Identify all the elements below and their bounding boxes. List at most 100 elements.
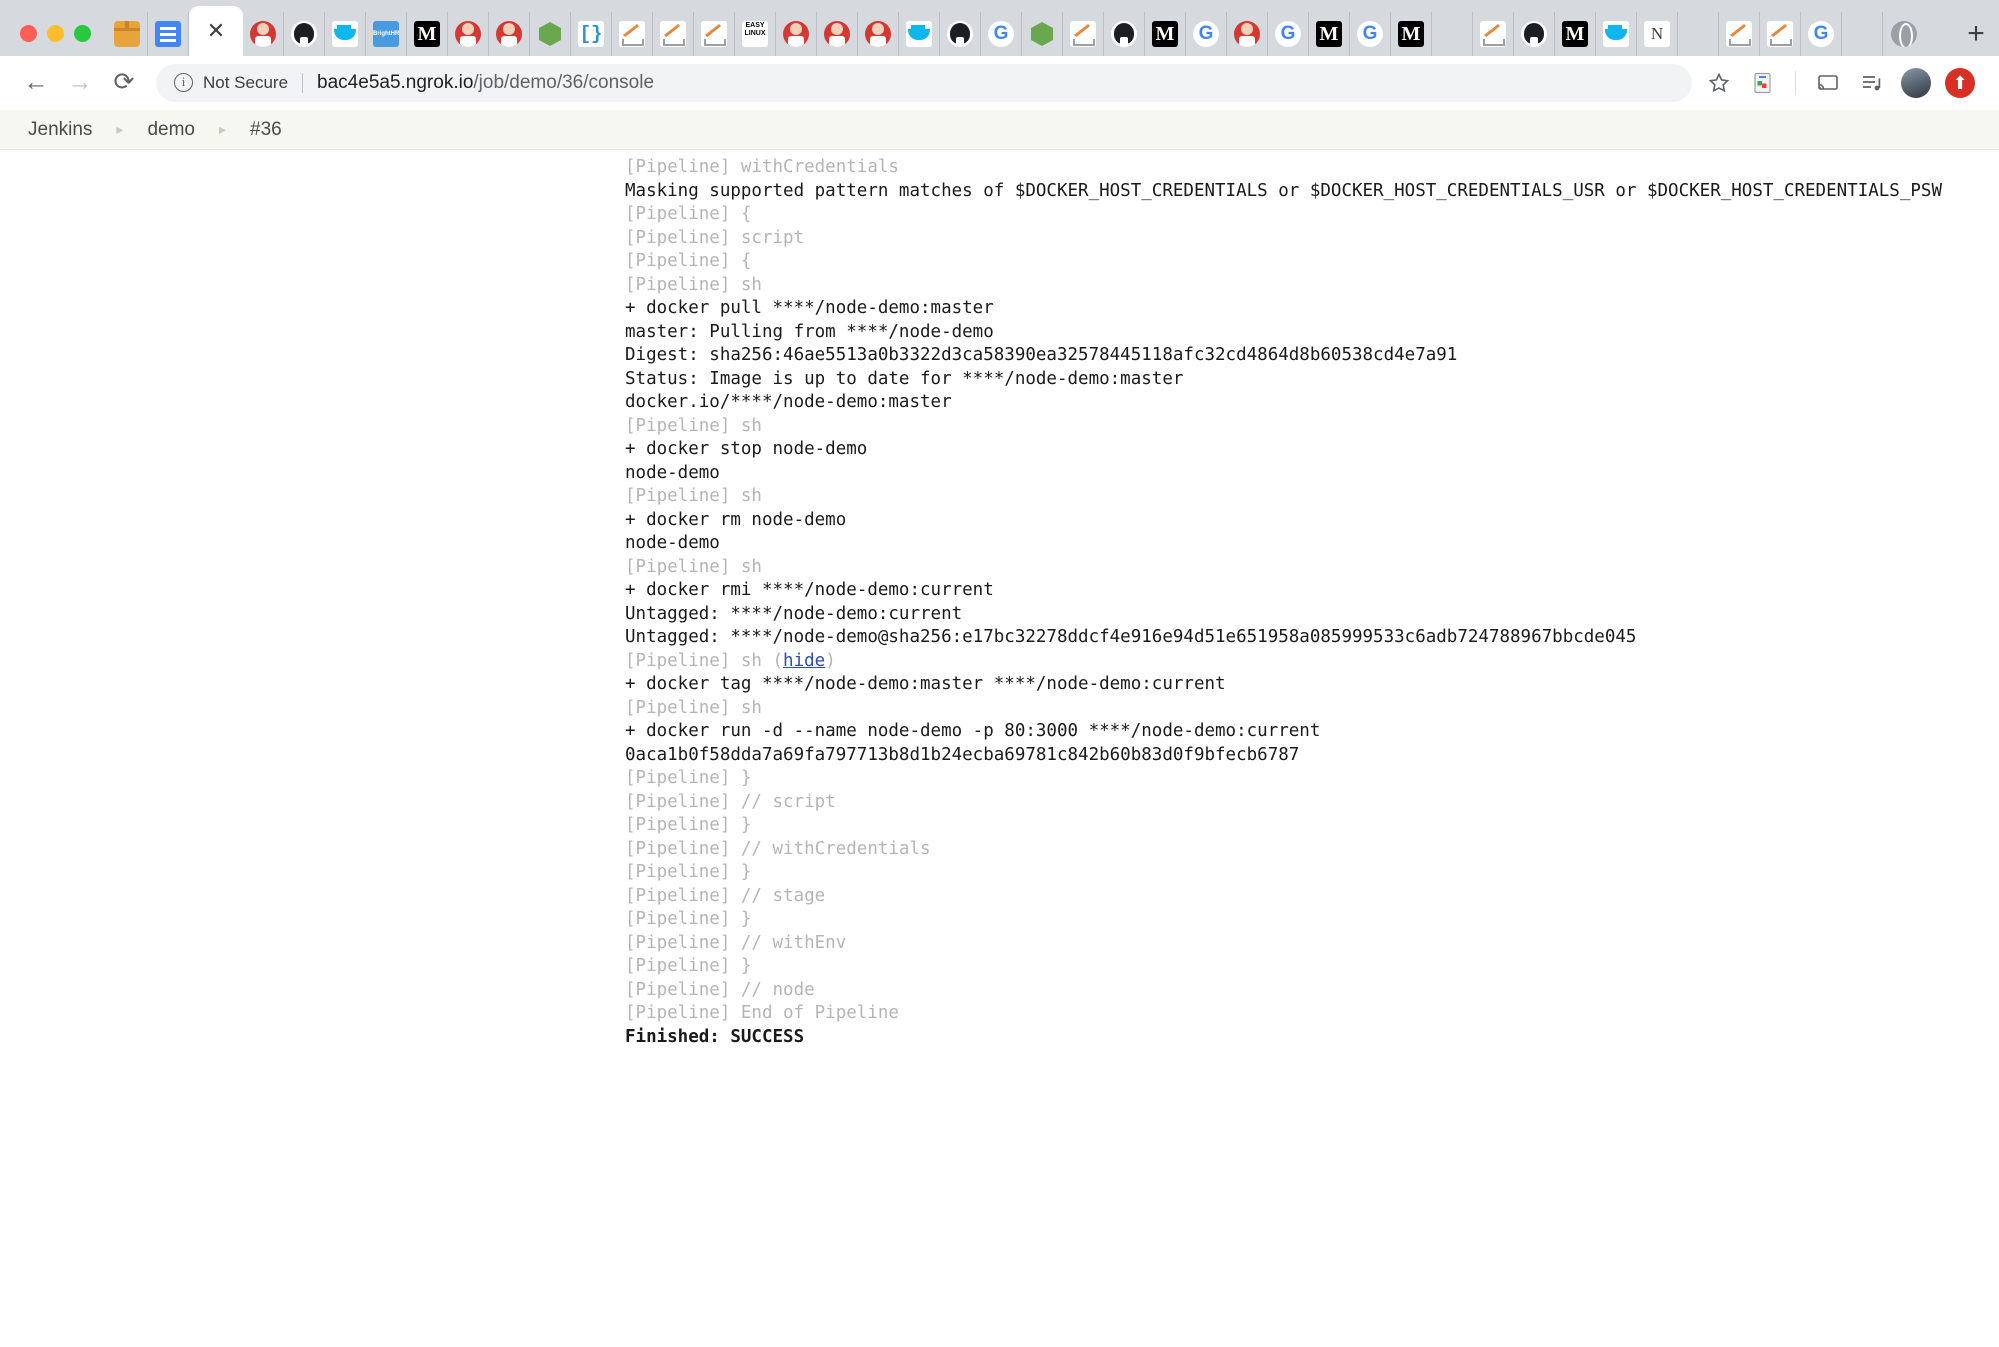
browser-tab[interactable]: [} [571, 12, 612, 56]
stackoverflow-icon [619, 21, 645, 47]
url-host: bac4e5a5.ngrok.io [317, 72, 473, 93]
browser-tab[interactable] [858, 12, 899, 56]
browser-tab[interactable] [1596, 12, 1637, 56]
browser-tab[interactable] [243, 12, 284, 56]
browser-tab[interactable] [530, 12, 571, 56]
console-line: [Pipeline] sh [625, 556, 1999, 580]
browser-tab[interactable] [1678, 12, 1719, 56]
browser-tab[interactable]: M [1145, 12, 1186, 56]
jenkins-icon [496, 21, 522, 47]
console-line: [Pipeline] } [625, 955, 1999, 979]
browser-tab[interactable]: G [1186, 12, 1227, 56]
stackoverflow-icon [1070, 21, 1096, 47]
console-line: [Pipeline] sh (hide) [625, 650, 1999, 674]
browser-tab[interactable] [148, 12, 189, 56]
browser-tab[interactable] [1514, 12, 1555, 56]
console-line: [Pipeline] sh [625, 485, 1999, 509]
browser-tab[interactable] [1760, 12, 1801, 56]
nodejs-icon [1029, 21, 1055, 47]
browser-tab[interactable]: N [1637, 12, 1678, 56]
url-path: /job/demo/36/console [473, 72, 654, 93]
cast-icon[interactable] [1807, 62, 1849, 104]
browser-tab[interactable]: G [1268, 12, 1309, 56]
breadcrumb-item-demo[interactable]: demo [141, 119, 201, 141]
browser-tab[interactable] [776, 12, 817, 56]
medium-icon: M [414, 21, 440, 47]
browser-tab[interactable] [107, 12, 148, 56]
browser-tab[interactable] [940, 12, 981, 56]
breadcrumb-separator: ▸ [98, 121, 141, 138]
update-profile-icon[interactable]: ⬆ [1939, 62, 1981, 104]
browser-tab[interactable] [448, 12, 489, 56]
browser-tab[interactable] [1432, 12, 1473, 56]
browser-tab[interactable] [1227, 12, 1268, 56]
browser-tab[interactable] [1022, 12, 1063, 56]
browser-tab[interactable]: BrightHR [366, 12, 407, 56]
close-icon[interactable]: ✕ [207, 20, 225, 42]
close-window-button[interactable] [20, 25, 37, 42]
address-bar[interactable]: i Not Secure bac4e5a5.ngrok.io/job/demo/… [156, 64, 1692, 102]
site-info-icon[interactable]: i [174, 73, 193, 92]
omnibox-divider [302, 73, 303, 93]
breadcrumb: Jenkins▸demo▸#36 [0, 110, 1999, 150]
browser-tab[interactable] [612, 12, 653, 56]
docker-icon [906, 21, 932, 47]
browser-tab[interactable] [653, 12, 694, 56]
minimize-window-button[interactable] [47, 25, 64, 42]
forward-button[interactable]: → [58, 61, 102, 105]
docker-hub-icon [1685, 21, 1711, 47]
breadcrumb-item-36[interactable]: #36 [244, 119, 288, 141]
toolbar-divider [1795, 71, 1796, 95]
toolbar-actions: ⬆ [1698, 62, 1981, 104]
back-button[interactable]: ← [14, 61, 58, 105]
jenkins-icon [1234, 21, 1260, 47]
hide-link[interactable]: hide [783, 651, 825, 671]
browser-tab[interactable]: M [407, 12, 448, 56]
browser-tab[interactable]: G [981, 12, 1022, 56]
browser-tab[interactable]: G [1350, 12, 1391, 56]
console-line: + docker rm node-demo [625, 509, 1999, 533]
console-line: Untagged: ****/node-demo@sha256:e17bc322… [625, 626, 1999, 650]
reload-button[interactable]: ⟳ [102, 61, 146, 105]
github-icon [291, 21, 317, 47]
extension-icon[interactable] [1742, 62, 1784, 104]
browser-tab[interactable] [325, 12, 366, 56]
new-tab-button[interactable]: + [1953, 12, 1999, 56]
browser-tab[interactable] [1104, 12, 1145, 56]
medium-icon: M [1152, 21, 1178, 47]
console-line: [Pipeline] // stage [625, 885, 1999, 909]
browser-tab[interactable] [817, 12, 858, 56]
avatar-image [1901, 68, 1931, 98]
browser-tab[interactable]: M [1391, 12, 1432, 56]
google-icon: G [1808, 21, 1834, 47]
console-line: [Pipeline] } [625, 908, 1999, 932]
console-line: [Pipeline] { [625, 203, 1999, 227]
active-tab[interactable]: ✕ [189, 6, 243, 56]
browser-tab[interactable] [1719, 12, 1760, 56]
breadcrumb-item-jenkins[interactable]: Jenkins [22, 119, 98, 141]
github-icon [1521, 21, 1547, 47]
browser-tab[interactable] [899, 12, 940, 56]
browser-tab[interactable]: M [1555, 12, 1596, 56]
browser-tab[interactable] [284, 12, 325, 56]
browser-tab[interactable] [694, 12, 735, 56]
console-line: [Pipeline] End of Pipeline [625, 1002, 1999, 1026]
maximize-window-button[interactable] [74, 25, 91, 42]
browser-tab[interactable] [1473, 12, 1514, 56]
browser-tab[interactable] [489, 12, 530, 56]
browser-tab[interactable] [1842, 12, 1883, 56]
browser-tab[interactable] [1063, 12, 1104, 56]
docs-icon [155, 21, 181, 47]
browser-tab[interactable]: EASY LINUX [735, 12, 776, 56]
security-status-label: Not Secure [203, 73, 288, 93]
url-text[interactable]: bac4e5a5.ngrok.io/job/demo/36/console [317, 72, 654, 94]
console-line: [Pipeline] // script [625, 791, 1999, 815]
docker-hub-icon [1849, 21, 1875, 47]
media-playlist-icon[interactable] [1851, 62, 1893, 104]
jenkins-icon [250, 21, 276, 47]
browser-tab[interactable]: M [1309, 12, 1350, 56]
browser-tab[interactable]: G [1801, 12, 1842, 56]
bookmark-star-icon[interactable] [1698, 62, 1740, 104]
browser-tab[interactable] [1883, 12, 1924, 56]
avatar[interactable] [1895, 62, 1937, 104]
